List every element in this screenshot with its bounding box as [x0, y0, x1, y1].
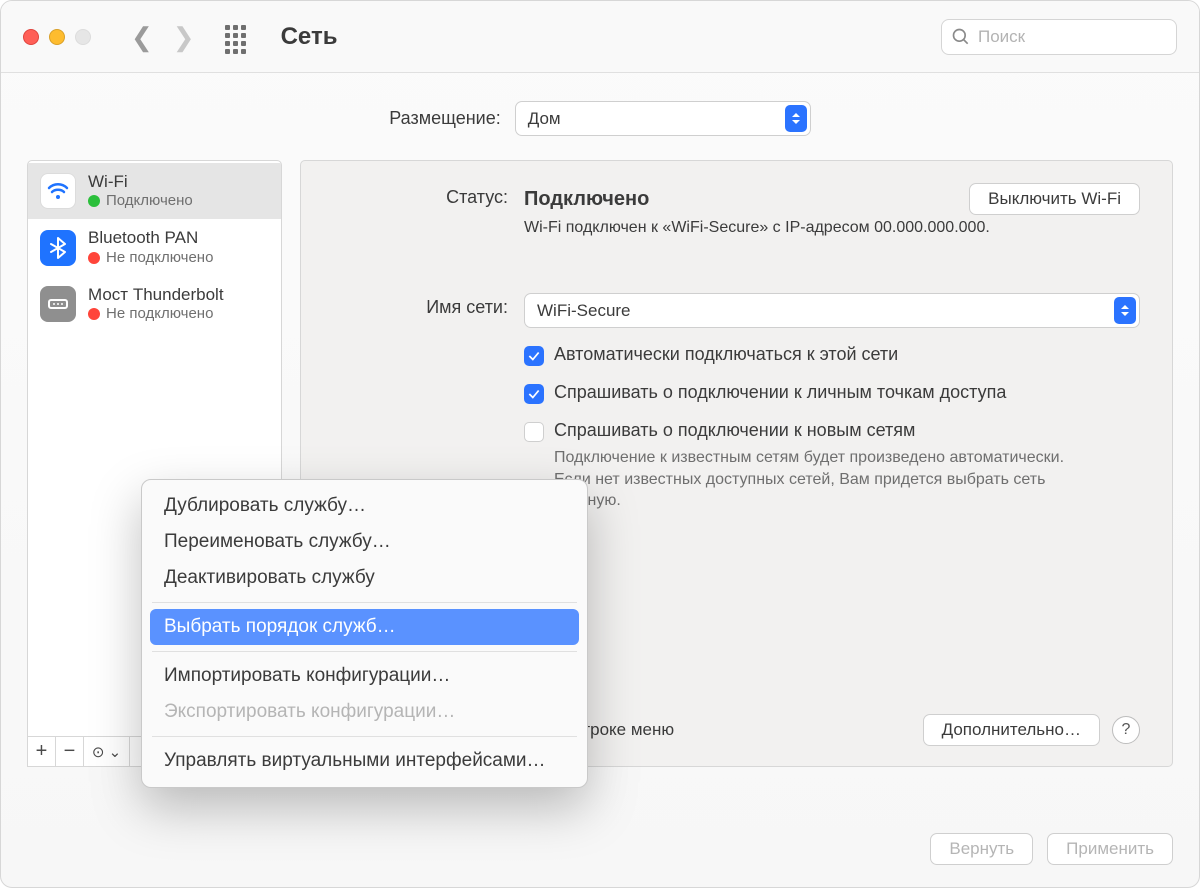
menu-manage-virtual-interfaces[interactable]: Управлять виртуальными интерфейсами…	[150, 743, 579, 779]
service-actions-button[interactable]: ⊙ ⌄	[84, 737, 130, 767]
service-item-thunderbolt[interactable]: Мост Thunderbolt Не подключено	[28, 276, 281, 332]
service-status: Подключено	[88, 192, 193, 210]
window: ❮ ❯ Сеть Размещение: Дом Wi-Fi	[0, 0, 1200, 888]
service-item-wifi[interactable]: Wi-Fi Подключено	[28, 163, 281, 219]
service-name: Мост Thunderbolt	[88, 285, 224, 305]
search-wrap	[941, 19, 1177, 55]
nav-arrows: ❮ ❯	[131, 24, 195, 50]
ask-new-hint: Подключение к известным сетям будет прои…	[554, 447, 1074, 512]
status-dot-icon	[88, 252, 100, 264]
service-name: Wi-Fi	[88, 172, 193, 192]
thunderbolt-bridge-icon	[40, 286, 76, 322]
ask-new-checkbox[interactable]	[524, 422, 544, 442]
location-row: Размещение: Дом	[1, 73, 1199, 160]
status-value: Подключено	[524, 188, 649, 211]
auto-join-row: Автоматически подключаться к этой сети	[333, 344, 1140, 366]
turn-wifi-off-button[interactable]: Выключить Wi-Fi	[969, 183, 1140, 215]
network-name-label: Имя сети:	[333, 293, 508, 318]
minimize-window-button[interactable]	[49, 29, 65, 45]
menu-import-config[interactable]: Импортировать конфигурации…	[150, 658, 579, 694]
service-item-bluetooth[interactable]: Bluetooth PAN Не подключено	[28, 219, 281, 275]
service-status: Не подключено	[88, 249, 213, 267]
help-button[interactable]: ?	[1112, 716, 1140, 744]
status-dot-icon	[88, 195, 100, 207]
show-all-icon[interactable]	[225, 25, 249, 49]
network-name-row: Имя сети: WiFi-Secure	[333, 293, 1140, 328]
wifi-icon	[40, 173, 76, 209]
service-context-menu: Дублировать службу… Переименовать службу…	[141, 479, 588, 788]
window-controls	[23, 29, 91, 45]
ask-personal-row: Спрашивать о подключении к личным точкам…	[333, 382, 1140, 404]
location-value: Дом	[528, 109, 561, 129]
service-status: Не подключено	[88, 305, 224, 323]
status-dot-icon	[88, 308, 100, 320]
auto-join-checkbox[interactable]	[524, 346, 544, 366]
back-button[interactable]: ❮	[131, 24, 153, 50]
chevron-updown-icon	[1114, 297, 1136, 324]
service-name: Bluetooth PAN	[88, 228, 213, 248]
location-popup[interactable]: Дом	[515, 101, 811, 136]
status-row: Статус: Подключено Выключить Wi-Fi Wi-Fi…	[333, 183, 1140, 237]
apply-button[interactable]: Применить	[1047, 833, 1173, 865]
menu-set-service-order[interactable]: Выбрать порядок служб…	[150, 609, 579, 645]
bluetooth-icon	[40, 230, 76, 266]
menu-duplicate-service[interactable]: Дублировать службу…	[150, 488, 579, 524]
page-title: Сеть	[281, 23, 338, 51]
search-input[interactable]	[941, 19, 1177, 55]
network-name-value: WiFi-Secure	[537, 301, 631, 321]
menu-export-config: Экспортировать конфигурации…	[150, 694, 579, 730]
auto-join-label: Автоматически подключаться к этой сети	[554, 344, 898, 365]
search-icon	[951, 27, 971, 47]
menu-deactivate-service[interactable]: Деактивировать службу	[150, 560, 579, 596]
network-name-popup[interactable]: WiFi-Secure	[524, 293, 1140, 328]
footer-buttons: Вернуть Применить	[930, 833, 1173, 865]
ask-new-label: Спрашивать о подключении к новым сетям	[554, 420, 915, 440]
zoom-window-button[interactable]	[75, 29, 91, 45]
menu-rename-service[interactable]: Переименовать службу…	[150, 524, 579, 560]
status-subtext: Wi-Fi подключен к «WiFi-Secure» с IP-адр…	[524, 219, 1140, 237]
revert-button[interactable]: Вернуть	[930, 833, 1033, 865]
ask-personal-checkbox[interactable]	[524, 384, 544, 404]
status-label: Статус:	[333, 183, 508, 208]
chevron-updown-icon	[785, 105, 807, 132]
close-window-button[interactable]	[23, 29, 39, 45]
ask-personal-label: Спрашивать о подключении к личным точкам…	[554, 382, 1006, 403]
remove-service-button[interactable]: −	[56, 737, 84, 767]
toolbar: ❮ ❯ Сеть	[1, 1, 1199, 73]
add-service-button[interactable]: +	[28, 737, 56, 767]
location-label: Размещение:	[389, 108, 500, 129]
forward-button[interactable]: ❯	[173, 24, 195, 50]
advanced-button[interactable]: Дополнительно…	[923, 714, 1100, 746]
